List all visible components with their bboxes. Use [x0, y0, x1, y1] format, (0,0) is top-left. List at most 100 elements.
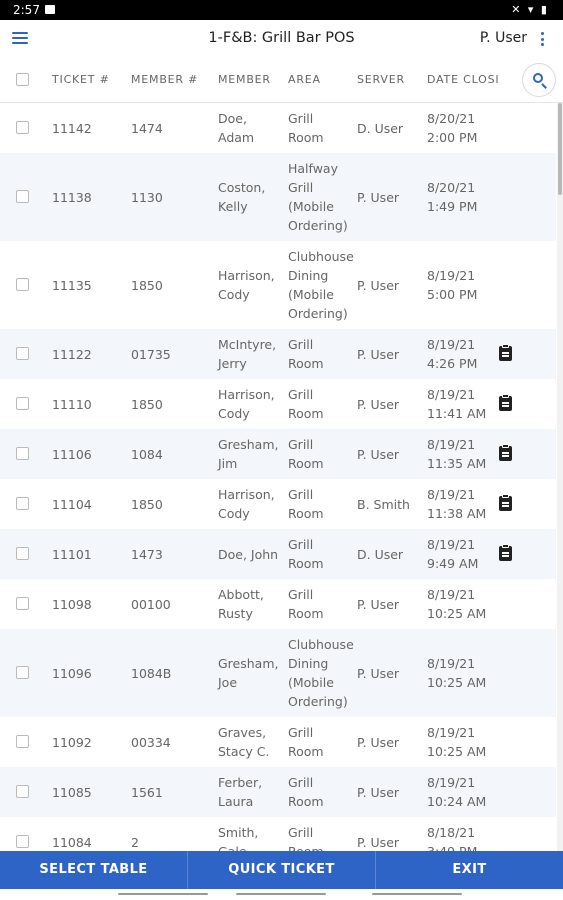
scrollbar[interactable]: [557, 103, 563, 851]
table-row[interactable]: 11096 1084B Gresham, Joe Clubhouse Dining (Mob…: [0, 629, 556, 717]
row-checkbox[interactable]: [16, 497, 29, 510]
member-name: Kelly: [218, 199, 248, 214]
member-name: Cody: [218, 287, 250, 302]
row-checkbox[interactable]: [16, 666, 29, 679]
date-closed: 10:25 AM: [427, 675, 487, 690]
date-closed: 8/19/21: [427, 268, 476, 283]
area: Dining: [288, 268, 329, 283]
table-row[interactable]: 11106 1084 Gresham, Jim Grill Room P. User 8/19…: [0, 429, 556, 479]
area: Grill: [288, 337, 314, 352]
row-checkbox[interactable]: [16, 190, 29, 203]
row-checkbox[interactable]: [16, 547, 29, 560]
column-header-ticket[interactable]: TICKET #: [52, 73, 110, 86]
member-name: Graves,: [218, 725, 267, 740]
search-button[interactable]: [522, 63, 556, 97]
member-name: Doe, John: [218, 546, 279, 562]
column-header-date-closed[interactable]: DATE CLOSI: [427, 73, 499, 86]
row-checkbox[interactable]: [16, 278, 29, 291]
date-closed: 5:00 PM: [427, 287, 478, 302]
area: (Mobile: [288, 199, 334, 214]
member-name: Cody: [218, 406, 250, 421]
clipboard-icon[interactable]: [499, 444, 512, 461]
member-name: Stacy C.: [218, 744, 270, 759]
area: Room: [288, 356, 324, 371]
clipboard-icon[interactable]: [499, 544, 512, 561]
member-number: 01735: [131, 346, 171, 362]
area: Grill: [288, 775, 314, 790]
row-checkbox[interactable]: [16, 597, 29, 610]
member-number: 1473: [131, 546, 163, 562]
table-row[interactable]: 11122 01735 McIntyre, Jerry Grill Room P. User…: [0, 329, 556, 379]
ticket-number: 11092: [52, 734, 92, 750]
clipboard-icon[interactable]: [499, 344, 512, 361]
area: (Mobile: [288, 675, 334, 690]
server: P. User: [357, 665, 400, 681]
column-header-member-number[interactable]: MEMBER #: [131, 73, 198, 86]
member-name: Doe,: [218, 111, 247, 126]
clipboard-icon[interactable]: [499, 394, 512, 411]
date-closed: 8/19/21: [427, 487, 476, 502]
date-closed: 8/20/21: [427, 111, 476, 126]
area: Grill: [288, 487, 314, 502]
area: Room: [288, 406, 324, 421]
date-closed: 8/19/21: [427, 656, 476, 671]
table-row[interactable]: 11092 00334 Graves, Stacy C. Grill Room P. Use…: [0, 717, 556, 767]
bottom-action-bar: SELECT TABLE QUICK TICKET EXIT: [0, 851, 563, 889]
member-number: 2: [131, 834, 139, 850]
current-user[interactable]: P. User: [480, 30, 527, 46]
area: Room: [288, 130, 324, 145]
row-checkbox[interactable]: [16, 447, 29, 460]
member-number: 1850: [131, 396, 163, 412]
area: Room: [288, 744, 324, 759]
ticket-number: 11142: [52, 120, 92, 136]
select-all-checkbox[interactable]: [16, 73, 29, 86]
server: B. Smith: [357, 496, 410, 512]
table-row[interactable]: 11110 1850 Harrison, Cody Grill Room P. User 8/…: [0, 379, 556, 429]
area: Room: [288, 506, 324, 521]
system-nav-bar: [0, 889, 563, 900]
table-row[interactable]: 11084 2 Smith, Gale Grill Room P. User 8/18/21 3…: [0, 817, 556, 851]
area: Dining: [288, 656, 329, 671]
row-checkbox[interactable]: [16, 121, 29, 134]
date-closed: 3:49 PM: [427, 842, 477, 851]
clipboard-icon[interactable]: [499, 494, 512, 511]
server: P. User: [357, 596, 400, 612]
date-closed: 11:35 AM: [427, 456, 487, 471]
date-closed: 10:25 AM: [427, 744, 487, 759]
table-row[interactable]: 11104 1850 Harrison, Cody Grill Room B. Smith 8…: [0, 479, 556, 529]
quick-ticket-button[interactable]: QUICK TICKET: [188, 851, 376, 889]
row-checkbox[interactable]: [16, 397, 29, 410]
server: P. User: [357, 346, 400, 362]
table-row[interactable]: 11098 00100 Abbott, Rusty Grill Room P. User 8/…: [0, 579, 556, 629]
more-vert-icon[interactable]: [541, 32, 545, 49]
server: P. User: [357, 834, 400, 850]
table-row[interactable]: 11138 1130 Coston, Kelly Halfway Grill (Mobile…: [0, 153, 556, 241]
row-checkbox[interactable]: [16, 347, 29, 360]
scrollbar-thumb[interactable]: [558, 103, 562, 195]
area: (Mobile: [288, 287, 334, 302]
column-header-area[interactable]: AREA: [288, 73, 321, 86]
member-name: Harrison,: [218, 387, 275, 402]
member-number: 1850: [131, 277, 163, 293]
member-name: Adam: [218, 130, 255, 145]
row-checkbox[interactable]: [16, 785, 29, 798]
member-name: Rusty: [218, 606, 253, 621]
exit-button[interactable]: EXIT: [376, 851, 563, 889]
member-name: Coston,: [218, 180, 266, 195]
column-header-member[interactable]: MEMBER: [218, 73, 271, 86]
table-row[interactable]: 11135 1850 Harrison, Cody Clubhouse Dining (Mo…: [0, 241, 556, 329]
area: Grill: [288, 725, 314, 740]
row-checkbox[interactable]: [16, 735, 29, 748]
row-checkbox[interactable]: [16, 835, 29, 848]
image-notification-icon: [45, 5, 55, 14]
area: Grill: [288, 537, 314, 552]
date-closed: 8/19/21: [427, 587, 476, 602]
ticket-number: 11104: [52, 496, 92, 512]
server: P. User: [357, 784, 400, 800]
table-row[interactable]: 11101 1473 Doe, John Grill Room D. User 8/19/2…: [0, 529, 556, 579]
server: P. User: [357, 277, 400, 293]
table-row[interactable]: 11142 1474 Doe, Adam Grill Room D. User 8/20/21…: [0, 103, 556, 153]
select-table-button[interactable]: SELECT TABLE: [0, 851, 188, 889]
table-row[interactable]: 11085 1561 Ferber, Laura Grill Room P. User 8/1…: [0, 767, 556, 817]
column-header-server[interactable]: SERVER: [357, 73, 405, 86]
